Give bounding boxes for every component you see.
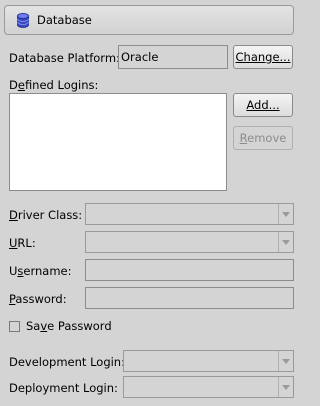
password-label: Password: (9, 292, 67, 306)
development-login-label: Development Login: (9, 355, 125, 369)
url-label: URL: (9, 236, 36, 250)
url-combo[interactable] (85, 231, 294, 253)
database-icon (17, 12, 31, 28)
driver-class-label: Driver Class: (9, 208, 83, 222)
database-platform-label: Database Platform: (9, 51, 120, 65)
defined-logins-label: Defined Logins: (9, 78, 99, 92)
username-label: Username: (9, 264, 72, 278)
deployment-login-label: Deployment Login: (9, 381, 118, 395)
username-field[interactable] (85, 259, 294, 281)
change-platform-button[interactable]: Change... (233, 45, 293, 69)
chevron-down-icon[interactable] (278, 204, 293, 224)
database-platform-field: Oracle (118, 45, 228, 69)
add-login-button[interactable]: Add... (233, 93, 293, 117)
development-login-combo[interactable] (123, 350, 294, 372)
chevron-down-icon[interactable] (278, 351, 293, 371)
chevron-down-icon[interactable] (278, 377, 293, 397)
save-password-checkbox[interactable] (9, 321, 20, 332)
defined-logins-list[interactable] (9, 93, 227, 191)
password-field[interactable] (85, 287, 294, 309)
save-password-label[interactable]: Save Password (26, 318, 112, 334)
remove-login-button[interactable]: Remove (233, 126, 293, 150)
chevron-down-icon[interactable] (278, 232, 293, 252)
panel-header: Database (4, 5, 294, 35)
deployment-login-combo[interactable] (123, 376, 294, 398)
panel-title: Database (37, 13, 92, 27)
add-button-label: Add... (246, 98, 280, 112)
change-button-label: Change... (235, 50, 291, 64)
driver-class-combo[interactable] (85, 203, 294, 225)
